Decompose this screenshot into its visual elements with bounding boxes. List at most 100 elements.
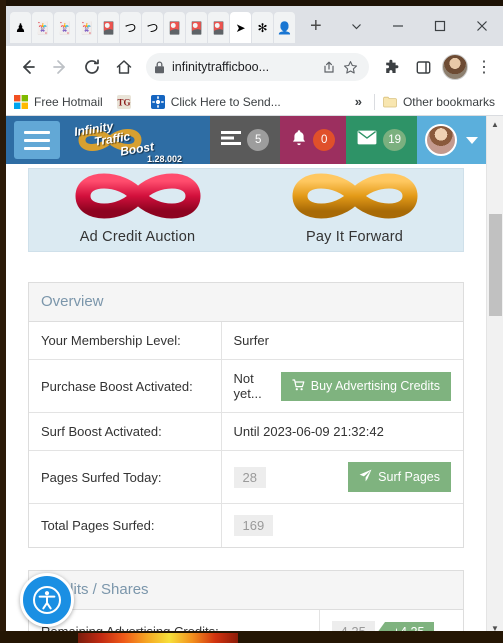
- paper-plane-icon: [359, 469, 372, 485]
- page-viewport: Infinity Traffic Boost 1.28.002 5 0 19 A…: [6, 116, 503, 637]
- bookmark-item[interactable]: Click Here to Send...: [150, 94, 281, 109]
- tasks-button[interactable]: 5: [210, 116, 281, 164]
- hamburger-line: [24, 138, 50, 142]
- surf-pages-button[interactable]: Surf Pages: [348, 462, 451, 492]
- red-infinity-icon: [74, 173, 201, 219]
- row-label: Purchase Boost Activated:: [29, 359, 222, 413]
- tab-favicon-5-icon: 🎴: [101, 20, 116, 35]
- bookmarks-divider: [373, 93, 375, 110]
- tg-icon: TG: [116, 94, 131, 109]
- row-value: Surfer: [233, 333, 269, 348]
- window-controls: [335, 6, 503, 46]
- maximize-icon[interactable]: [419, 6, 461, 46]
- browser-tab[interactable]: 🎴: [98, 12, 119, 43]
- browser-tab-active[interactable]: ➤: [230, 12, 251, 43]
- other-bookmarks-label: Other bookmarks: [402, 94, 495, 109]
- tab-search-icon[interactable]: [335, 6, 377, 46]
- browser-tab[interactable]: ✻: [252, 12, 273, 43]
- menu-toggle-button[interactable]: [14, 121, 60, 159]
- banner-item-pay-it-forward[interactable]: Pay It Forward: [260, 169, 450, 251]
- vertical-scrollbar[interactable]: ▲ ▼: [486, 116, 503, 637]
- tab-favicon-1-icon: ♟: [15, 20, 26, 35]
- hamburger-line: [24, 146, 50, 150]
- folder-icon: [383, 96, 397, 108]
- row-label: Surf Boost Activated:: [29, 412, 222, 451]
- profile-avatar[interactable]: [442, 54, 468, 80]
- total-pages-surfed-value: 169: [233, 515, 274, 536]
- credits-panel-header: Credits / Shares: [29, 571, 463, 610]
- browser-tab[interactable]: 🎴: [186, 12, 207, 43]
- tab-favicon-8-icon: 🎴: [167, 20, 182, 35]
- banner-label: Ad Credit Auction: [79, 229, 196, 245]
- bookmarks-overflow-button[interactable]: »: [355, 94, 362, 109]
- alerts-button[interactable]: 0: [280, 116, 347, 164]
- new-tab-button[interactable]: +: [304, 16, 328, 36]
- value-wrapper: Not yet... Buy Advertising Credits: [234, 371, 451, 401]
- user-menu-button[interactable]: [417, 116, 486, 164]
- tasks-count-badge: 5: [247, 129, 270, 151]
- app-logo[interactable]: Infinity Traffic Boost 1.28.002: [60, 116, 210, 164]
- bookmarks-bar: Free Hotmail TG Click Here to Send... » …: [6, 88, 503, 116]
- extensions-icon[interactable]: [375, 51, 407, 83]
- minimize-icon[interactable]: [377, 6, 419, 46]
- home-button[interactable]: [108, 51, 140, 83]
- banner-label: Pay It Forward: [305, 229, 404, 245]
- hamburger-line: [24, 130, 50, 134]
- browser-menu-icon[interactable]: ⋮: [471, 57, 497, 77]
- tab-favicon-9-icon: 🎴: [189, 20, 204, 35]
- tab-favicon-11-icon: ➤: [235, 20, 246, 35]
- gear-icon: [150, 94, 165, 109]
- logo-version: 1.28.002: [146, 154, 182, 164]
- buy-advertising-credits-button[interactable]: Buy Advertising Credits: [280, 371, 451, 401]
- table-row: Purchase Boost Activated: Not yet... Buy…: [29, 359, 463, 413]
- back-button[interactable]: [12, 51, 44, 83]
- close-icon[interactable]: [461, 6, 503, 46]
- row-label: Pages Surfed Today:: [29, 450, 222, 504]
- table-row: Pages Surfed Today: 28 Surf Pages: [29, 450, 463, 504]
- credits-shares-panel: Credits / Shares Remaining Advertising C…: [28, 570, 464, 637]
- bookmark-item[interactable]: TG: [116, 94, 137, 109]
- forward-button[interactable]: [44, 51, 76, 83]
- browser-tab[interactable]: 🃏: [54, 12, 75, 43]
- browser-tab[interactable]: 👤: [274, 12, 295, 43]
- bookmark-star-icon[interactable]: [339, 60, 361, 75]
- row-value: Until 2023-06-09 21:32:42: [221, 412, 463, 451]
- lock-icon: [154, 60, 165, 74]
- row-value-cell: 28 Surf Pages: [221, 450, 463, 504]
- browser-tab[interactable]: 🎴: [208, 12, 229, 43]
- scroll-up-arrow[interactable]: ▲: [487, 116, 503, 133]
- tab-favicon-2-icon: 🃏: [35, 20, 50, 35]
- chevron-down-icon: [466, 136, 478, 144]
- browser-tab[interactable]: つ: [120, 12, 141, 43]
- value-wrapper: 28 Surf Pages: [233, 462, 451, 492]
- tab-favicon-3-icon: 🃏: [57, 20, 72, 35]
- browser-tab[interactable]: 🎴: [164, 12, 185, 43]
- browser-tab[interactable]: 🃏: [32, 12, 53, 43]
- other-bookmarks-button[interactable]: Other bookmarks: [383, 95, 495, 109]
- bookmark-item[interactable]: Free Hotmail: [14, 94, 103, 109]
- tab-favicon-12-icon: ✻: [257, 20, 268, 35]
- share-icon[interactable]: [317, 60, 339, 74]
- accessibility-widget-button[interactable]: [20, 573, 74, 627]
- url-text: infinitytrafficboo...: [172, 60, 270, 74]
- scrollbar-thumb[interactable]: [489, 214, 502, 316]
- alerts-count-badge: 0: [313, 129, 336, 151]
- browser-tab[interactable]: つ: [142, 12, 163, 43]
- messages-button[interactable]: 19: [346, 116, 417, 164]
- side-panel-icon[interactable]: [407, 51, 439, 83]
- address-bar[interactable]: infinitytrafficboo...: [146, 53, 369, 81]
- table-row: Surf Boost Activated: Until 2023-06-09 2…: [29, 412, 463, 451]
- page-bottom-strip: [0, 631, 503, 643]
- svg-text:TG: TG: [117, 97, 130, 107]
- overview-table: Your Membership Level: Surfer Purchase B…: [29, 322, 463, 547]
- browser-tab[interactable]: 🃏: [76, 12, 97, 43]
- table-row: Your Membership Level: Surfer: [29, 322, 463, 360]
- accessibility-icon: [33, 586, 61, 614]
- banner-item-ad-credit-auction[interactable]: Ad Credit Auction: [43, 169, 233, 251]
- table-row: Total Pages Surfed: 169: [29, 503, 463, 547]
- browser-tab[interactable]: ♟: [10, 12, 31, 43]
- button-label: Surf Pages: [378, 470, 440, 484]
- row-label: Total Pages Surfed:: [29, 503, 222, 547]
- tab-favicon-13-icon: 👤: [277, 20, 292, 35]
- reload-button[interactable]: [76, 51, 108, 83]
